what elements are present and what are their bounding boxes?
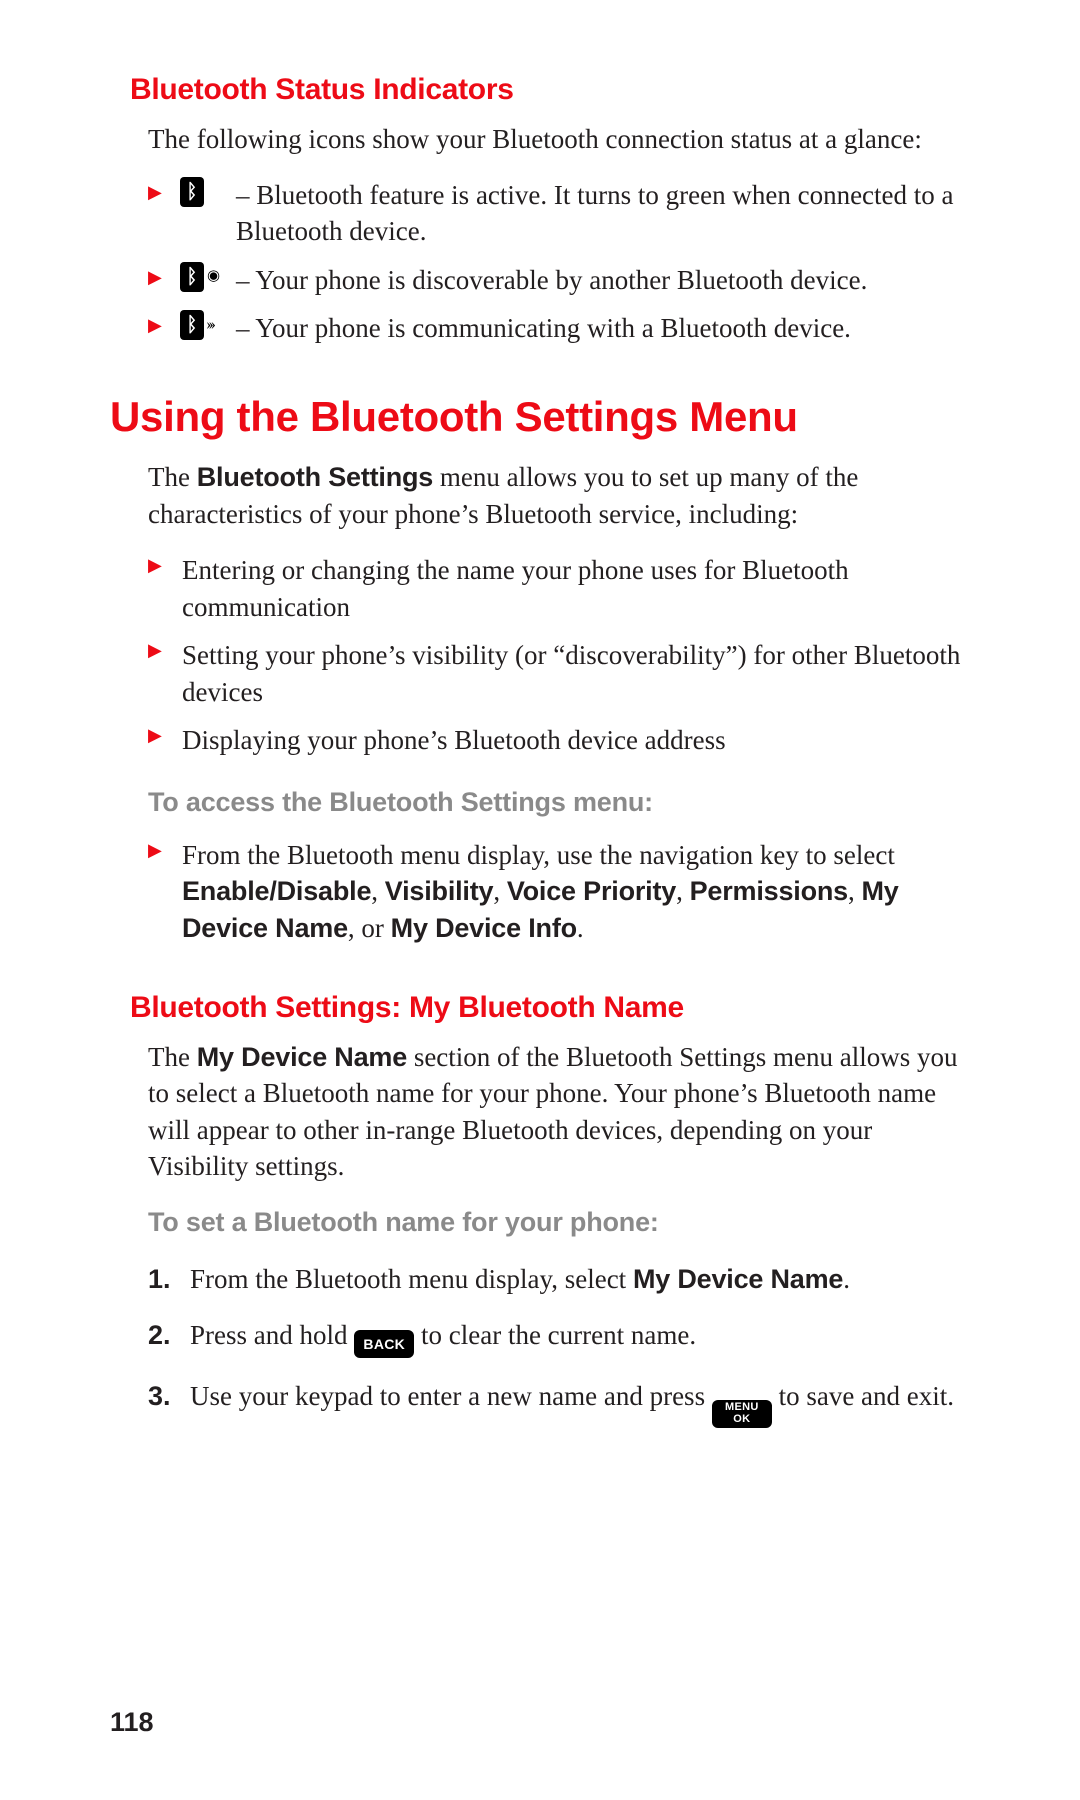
text: to clear the current name. — [414, 1320, 696, 1350]
settings-intro: The Bluetooth Settings menu allows you t… — [148, 459, 970, 532]
indicator-item-communicating: ᛒ ››› – Your phone is communicating with… — [148, 304, 970, 352]
indicator-item-active: ᛒ – Bluetooth feature is active. It turn… — [148, 171, 970, 256]
text: The — [148, 462, 197, 492]
heading-bluetooth-status-indicators: Bluetooth Status Indicators — [130, 70, 970, 111]
indicator-item-text: – Your phone is discoverable by another … — [236, 265, 867, 295]
text: , — [493, 876, 507, 906]
list-item: Entering or changing the name your phone… — [148, 546, 970, 631]
step-2: Press and hold BACK to clear the current… — [148, 1307, 970, 1368]
bluetooth-active-icon: ᛒ — [180, 177, 204, 207]
list-item-text: Setting your phone’s visibility (or “dis… — [182, 640, 960, 706]
text: , — [371, 876, 385, 906]
name-set-heading: To set a Bluetooth name for your phone: — [148, 1204, 970, 1240]
key-label: OK — [733, 1414, 750, 1426]
access-heading: To access the Bluetooth Settings menu: — [148, 784, 970, 820]
bluetooth-communicating-icon: ᛒ ››› — [180, 310, 213, 340]
text: , — [848, 876, 862, 906]
indicator-item-text: – Bluetooth feature is active. It turns … — [236, 180, 954, 246]
text: From the Bluetooth menu display, use the… — [182, 840, 895, 870]
list-item-text: Entering or changing the name your phone… — [182, 555, 849, 621]
menu-ok-key-icon: MENUOK — [712, 1400, 772, 1428]
indicator-list: ᛒ – Bluetooth feature is active. It turn… — [148, 171, 970, 353]
text: The — [148, 1042, 197, 1072]
indicator-item-discoverable: ᛒ ◉ – Your phone is discoverable by anot… — [148, 256, 970, 304]
text: Press and hold — [190, 1320, 354, 1350]
list-item: Setting your phone’s visibility (or “dis… — [148, 631, 970, 716]
heading-using-bluetooth-settings: Using the Bluetooth Settings Menu — [110, 389, 970, 446]
settings-points-list: Entering or changing the name your phone… — [148, 546, 970, 764]
bold-text: My Device Info — [391, 913, 577, 943]
bold-text: Enable/Disable — [182, 876, 371, 906]
list-item-text: Displaying your phone’s Bluetooth device… — [182, 725, 726, 755]
bold-text: Voice Priority — [507, 876, 676, 906]
indicators-intro: The following icons show your Bluetooth … — [148, 121, 970, 157]
text: . — [843, 1264, 850, 1294]
text: Use your keypad to enter a new name and … — [190, 1381, 712, 1411]
key-label: BACK — [363, 1337, 405, 1351]
indicator-item-text: – Your phone is communicating with a Blu… — [236, 313, 851, 343]
access-steps: From the Bluetooth menu display, use the… — [148, 831, 970, 952]
text: . — [577, 913, 584, 943]
list-item: Displaying your phone’s Bluetooth device… — [148, 716, 970, 764]
heading-my-bluetooth-name: Bluetooth Settings: My Bluetooth Name — [130, 988, 970, 1029]
back-key-icon: BACK — [354, 1330, 414, 1358]
bluetooth-discoverable-icon: ᛒ ◉ — [180, 262, 220, 292]
bold-text: Permissions — [690, 876, 848, 906]
step-3: Use your keypad to enter a new name and … — [148, 1368, 970, 1438]
text: , — [676, 876, 690, 906]
name-steps: From the Bluetooth menu display, select … — [148, 1251, 970, 1438]
manual-page: Bluetooth Status Indicators The followin… — [0, 0, 1080, 1800]
page-number: 118 — [110, 1704, 154, 1740]
list-item: From the Bluetooth menu display, use the… — [148, 831, 970, 952]
bold-text: My Device Name — [633, 1264, 843, 1294]
bold-text: Bluetooth Settings — [197, 462, 433, 492]
text: From the Bluetooth menu display, select — [190, 1264, 633, 1294]
text: to save and exit. — [772, 1381, 954, 1411]
name-intro: The My Device Name section of the Blueto… — [148, 1039, 970, 1185]
step-1: From the Bluetooth menu display, select … — [148, 1251, 970, 1307]
bold-text: My Device Name — [197, 1042, 407, 1072]
text: , or — [348, 913, 391, 943]
bold-text: Visibility — [385, 876, 494, 906]
